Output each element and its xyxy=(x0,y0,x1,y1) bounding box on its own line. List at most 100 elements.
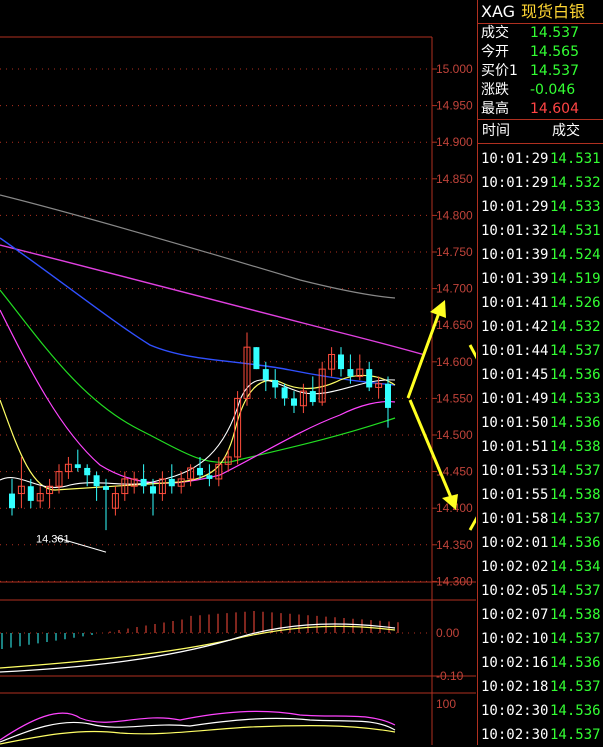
tick-row: 10:01:39 14.519 xyxy=(478,267,603,291)
ticks-header: 时间 成交 xyxy=(478,121,603,141)
quote-panel: XAG 现货白银 成交 14.537 今开 14.565 买价1 14.537 涨跌 -0.04… xyxy=(477,0,603,745)
candlestick-chart[interactable]: 15.000 14.950 14.900 14.850 14.800 14.750 14.7… xyxy=(0,0,476,745)
tick-time: 10:02:18 xyxy=(481,679,549,695)
quote-label: 涨跌 xyxy=(481,82,509,98)
price-tick-label: 14.850 xyxy=(436,172,473,186)
quote-label: 今开 xyxy=(481,44,509,60)
quote-label: 最高 xyxy=(481,101,509,117)
tick-price: 14.537 xyxy=(550,679,601,695)
ma-magenta-line xyxy=(0,244,426,356)
tick-price: 14.534 xyxy=(550,559,601,575)
tick-time: 10:02:10 xyxy=(481,631,549,647)
tick-row: 10:01:55 14.538 xyxy=(478,483,603,507)
divider xyxy=(478,119,603,120)
tick-price: 14.537 xyxy=(550,511,601,527)
tick-price: 14.531 xyxy=(550,151,601,167)
ma-pink-line xyxy=(0,309,396,484)
candle-body xyxy=(140,478,147,487)
candle-body xyxy=(262,369,269,381)
rsi-tick-label: 100 xyxy=(436,697,456,711)
candle-body xyxy=(281,387,288,399)
tick-row: 10:02:16 14.536 xyxy=(478,651,603,675)
quote-label: 买价1 xyxy=(481,63,518,79)
price-tick-label: 15.000 xyxy=(436,62,473,76)
instrument-code: XAG xyxy=(481,2,516,21)
price-tick-label: 14.700 xyxy=(436,282,473,296)
tick-price: 14.532 xyxy=(550,175,601,191)
tick-time: 10:01:50 xyxy=(481,415,549,431)
candle-body xyxy=(103,486,109,490)
tick-price: 14.536 xyxy=(550,655,601,671)
instrument-header: XAG 现货白银 xyxy=(481,2,585,22)
rsi-yellow-line xyxy=(0,724,396,745)
tick-row: 10:01:41 14.526 xyxy=(478,291,603,315)
tick-time: 10:02:30 xyxy=(481,727,549,743)
tick-time: 10:02:30 xyxy=(481,703,549,719)
tick-price: 14.538 xyxy=(550,439,601,455)
divider xyxy=(478,143,603,144)
instrument-name: 现货白银 xyxy=(521,2,586,21)
ma-gray-line xyxy=(0,194,396,299)
tick-row: 10:01:39 14.524 xyxy=(478,243,603,267)
macd-dea-line xyxy=(0,625,396,669)
candle-body xyxy=(253,347,260,370)
quote-value: 14.604 xyxy=(530,101,579,117)
macd-dif-line xyxy=(0,623,396,673)
tick-price: 14.526 xyxy=(550,295,601,311)
quote-value: 14.537 xyxy=(530,63,579,79)
quote-value: -0.046 xyxy=(530,82,576,98)
tick-price: 14.519 xyxy=(550,271,601,287)
tick-price: 14.537 xyxy=(550,463,601,479)
tick-row: 10:01:44 14.537 xyxy=(478,339,603,363)
tick-row: 10:02:05 14.537 xyxy=(478,579,603,603)
tick-price: 14.537 xyxy=(550,583,601,599)
tick-time: 10:02:02 xyxy=(481,559,549,575)
tick-row: 10:01:29 14.533 xyxy=(478,195,603,219)
chart-area[interactable]: 15.000 14.950 14.900 14.850 14.800 14.750 14.7… xyxy=(0,0,476,745)
rsi-white-line xyxy=(0,717,396,743)
price-tick-label: 14.750 xyxy=(436,245,473,259)
tick-price: 14.536 xyxy=(550,367,601,383)
tick-time: 10:01:49 xyxy=(481,391,549,407)
price-tick-label: 14.500 xyxy=(436,428,473,442)
candle-body xyxy=(206,475,213,479)
candle-body xyxy=(385,383,391,408)
tick-row: 10:01:29 14.531 xyxy=(478,147,603,171)
price-tick-label: 14.550 xyxy=(436,391,473,405)
tick-row: 10:01:49 14.533 xyxy=(478,387,603,411)
tick-price: 14.531 xyxy=(550,223,601,239)
tick-time: 10:02:05 xyxy=(481,583,549,599)
tick-time: 10:01:51 xyxy=(481,439,549,455)
tick-row: 10:01:53 14.537 xyxy=(478,459,603,483)
tick-time: 10:01:42 xyxy=(481,319,549,335)
tick-time: 10:01:53 xyxy=(481,463,549,479)
tick-time: 10:02:07 xyxy=(481,607,549,623)
ma-green-line xyxy=(0,289,396,463)
tick-row: 10:01:42 14.532 xyxy=(478,315,603,339)
tick-time: 10:01:41 xyxy=(481,295,549,311)
tick-price: 14.538 xyxy=(550,607,601,623)
tick-price: 14.537 xyxy=(550,343,601,359)
candle-body xyxy=(347,369,354,377)
tick-time: 10:01:29 xyxy=(481,199,549,215)
price-tick-label: 14.650 xyxy=(436,318,473,332)
tick-time: 10:02:01 xyxy=(481,535,549,551)
tick-row: 10:01:51 14.538 xyxy=(478,435,603,459)
tick-row: 10:01:32 14.531 xyxy=(478,219,603,243)
tick-price: 14.537 xyxy=(550,631,601,647)
macd-tick-label: -0.10 xyxy=(436,669,464,683)
tick-time: 10:01:39 xyxy=(481,247,549,263)
candle-body xyxy=(74,464,81,468)
price-tick-label: 14.350 xyxy=(436,538,473,552)
tick-row: 10:02:10 14.537 xyxy=(478,627,603,651)
quote-value: 14.537 xyxy=(530,25,579,41)
candle-body xyxy=(309,391,316,403)
tick-row: 10:01:29 14.532 xyxy=(478,171,603,195)
candle-body xyxy=(150,486,156,494)
tick-time: 10:01:58 xyxy=(481,511,549,527)
tick-row: 10:02:01 14.536 xyxy=(478,531,603,555)
tick-row: 10:02:07 14.538 xyxy=(478,603,603,627)
price-tick-label: 14.950 xyxy=(436,99,473,113)
price-tick-label: 14.900 xyxy=(436,135,473,149)
tick-price: 14.536 xyxy=(550,703,601,719)
